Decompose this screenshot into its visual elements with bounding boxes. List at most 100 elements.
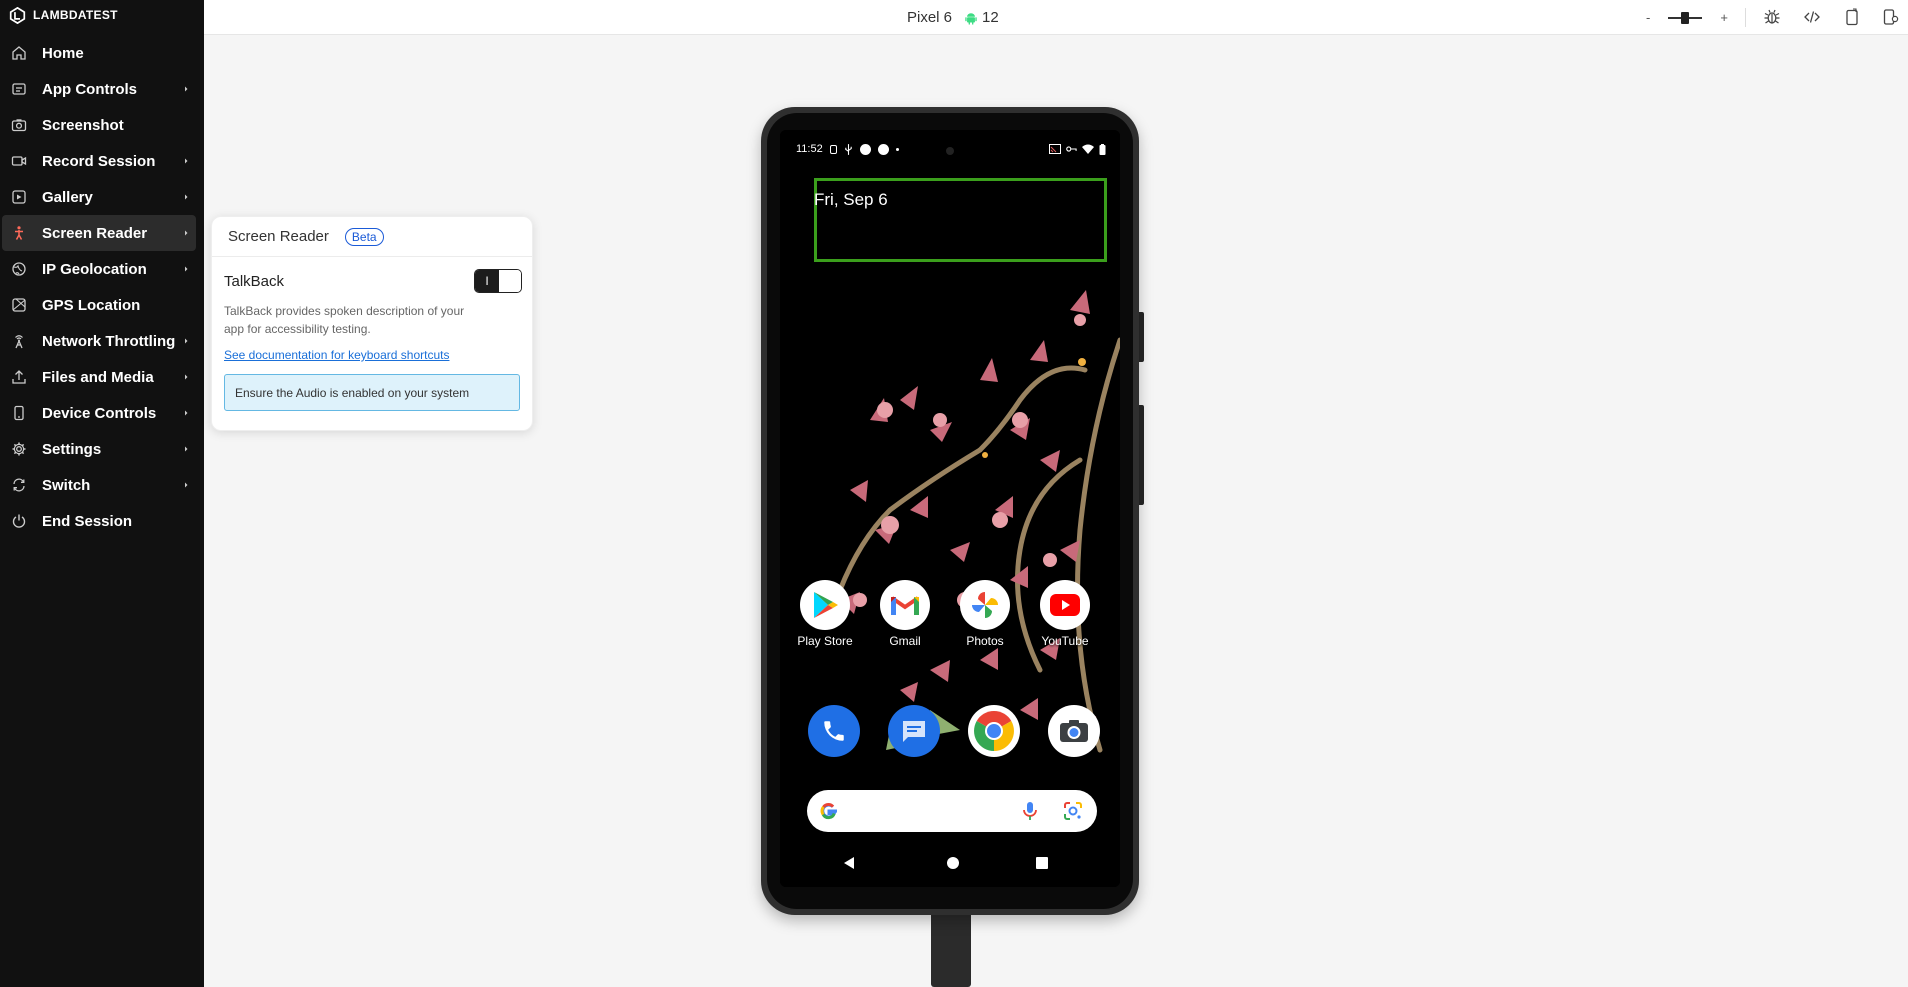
map-icon bbox=[10, 296, 28, 314]
cast-icon bbox=[1049, 144, 1061, 154]
app-label: Photos bbox=[966, 634, 1004, 648]
app-controls-icon bbox=[10, 80, 28, 98]
sidebar-item-screen-reader[interactable]: Screen Reader bbox=[2, 215, 196, 251]
status-bar-left: 11:52 bbox=[796, 143, 899, 155]
sidebar-item-switch[interactable]: Switch bbox=[2, 467, 196, 503]
youtube-app[interactable]: YouTube bbox=[1030, 580, 1100, 648]
sidebar-item-label: Device Controls bbox=[42, 404, 157, 422]
chevron-right-icon bbox=[185, 194, 188, 200]
phone-icon bbox=[10, 404, 28, 422]
play-notification-icon bbox=[859, 143, 871, 155]
date-widget: Fri, Sep 6 bbox=[814, 190, 888, 209]
youtube-icon bbox=[1040, 580, 1090, 630]
more-notifications-icon bbox=[895, 147, 899, 151]
screen-reader-panel: Screen Reader Beta TalkBack I TalkBack p… bbox=[211, 216, 533, 431]
sidebar-item-gps-location[interactable]: GPS Location bbox=[2, 287, 196, 323]
app-label: Gmail bbox=[889, 634, 921, 648]
switch-icon bbox=[10, 476, 28, 494]
camera-app[interactable] bbox=[1048, 705, 1100, 757]
chrome-app[interactable] bbox=[968, 705, 1020, 757]
android-navigation-bar bbox=[844, 857, 1048, 869]
toggle-mark: I bbox=[475, 270, 499, 292]
sidebar-item-settings[interactable]: Settings bbox=[2, 431, 196, 467]
phone-call-icon bbox=[824, 721, 844, 741]
home-icon bbox=[10, 44, 28, 62]
usb-icon bbox=[844, 143, 852, 155]
accessibility-icon bbox=[10, 224, 28, 242]
phone-app[interactable] bbox=[808, 705, 860, 757]
toggle-off-segment bbox=[499, 270, 521, 292]
status-bar-right bbox=[1049, 143, 1106, 155]
sidebar-item-label: App Controls bbox=[42, 80, 137, 98]
app-label: Play Store bbox=[797, 634, 853, 648]
home-button-icon[interactable] bbox=[947, 857, 959, 869]
photos-app[interactable]: Photos bbox=[950, 580, 1020, 648]
device-screen[interactable]: 11:52 Fri, Sep 6 Play Store Gmail Photos… bbox=[780, 130, 1120, 887]
gmail-app[interactable]: Gmail bbox=[870, 580, 940, 648]
sidebar-item-end-session[interactable]: End Session bbox=[2, 503, 196, 539]
os-info: 12 bbox=[964, 9, 999, 26]
sidebar-item-label: IP Geolocation bbox=[42, 260, 147, 278]
back-icon[interactable] bbox=[844, 857, 854, 869]
video-icon bbox=[10, 152, 28, 170]
status-time: 11:52 bbox=[796, 143, 823, 155]
camera-icon bbox=[10, 116, 28, 134]
toolbar-divider bbox=[1745, 8, 1746, 27]
vpn-key-icon bbox=[1066, 146, 1077, 152]
device-rotate-button[interactable] bbox=[1841, 6, 1863, 28]
zoom-slider[interactable] bbox=[1668, 11, 1703, 24]
phone-sync-icon bbox=[1846, 8, 1858, 26]
zoom-in-button[interactable]: + bbox=[1720, 10, 1728, 25]
power-icon bbox=[10, 512, 28, 530]
play-store-icon bbox=[800, 580, 850, 630]
play-store-app[interactable]: Play Store bbox=[790, 580, 860, 648]
chevron-right-icon bbox=[185, 338, 188, 344]
sidebar-item-screenshot[interactable]: Screenshot bbox=[2, 107, 196, 143]
google-lens-icon[interactable] bbox=[1063, 801, 1083, 821]
topbar: Pixel 6 12 - + bbox=[204, 0, 1908, 35]
recents-icon[interactable] bbox=[1036, 857, 1048, 869]
bug-icon bbox=[1764, 9, 1780, 24]
talkback-toggle[interactable]: I bbox=[474, 269, 522, 293]
sidebar-item-app-controls[interactable]: App Controls bbox=[2, 71, 196, 107]
sidebar-item-gallery[interactable]: Gallery bbox=[2, 179, 196, 215]
sidebar-item-record-session[interactable]: Record Session bbox=[2, 143, 196, 179]
sidebar-item-ip-geolocation[interactable]: IP Geolocation bbox=[2, 251, 196, 287]
device-settings-button[interactable] bbox=[1880, 6, 1902, 28]
sidebar-item-home[interactable]: Home bbox=[2, 35, 196, 71]
sidebar-item-label: Network Throttling bbox=[42, 332, 176, 350]
chevron-right-icon bbox=[185, 158, 188, 164]
bug-report-button[interactable] bbox=[1761, 6, 1783, 28]
power-side-button bbox=[1139, 312, 1144, 362]
sidebar-item-label: Files and Media bbox=[42, 368, 154, 386]
wifi-icon bbox=[1082, 144, 1094, 154]
chevron-right-icon bbox=[185, 482, 188, 488]
front-camera bbox=[946, 147, 954, 155]
chevron-right-icon bbox=[185, 266, 188, 272]
keyboard-shortcuts-link[interactable]: See documentation for keyboard shortcuts bbox=[224, 348, 449, 362]
inspector-button[interactable] bbox=[1801, 6, 1823, 28]
sidebar-item-label: Home bbox=[42, 44, 84, 62]
upload-icon bbox=[10, 368, 28, 386]
sidebar-item-label: End Session bbox=[42, 512, 133, 530]
gear-icon bbox=[10, 440, 28, 458]
sidebar-item-label: Screenshot bbox=[42, 116, 124, 134]
sidebar-item-network-throttling[interactable]: Network Throttling bbox=[2, 323, 196, 359]
lambdatest-logo-icon bbox=[9, 6, 26, 24]
microphone-icon[interactable] bbox=[1023, 801, 1037, 821]
chevron-right-icon bbox=[185, 86, 188, 92]
sidebar-item-files-and-media[interactable]: Files and Media bbox=[2, 359, 196, 395]
app-label: YouTube bbox=[1041, 634, 1089, 648]
brand[interactable]: LAMBDATEST bbox=[0, 0, 204, 30]
chrome-icon bbox=[974, 711, 1014, 751]
zoom-out-button[interactable]: - bbox=[1646, 10, 1650, 25]
notification-icon bbox=[829, 144, 837, 154]
message-icon bbox=[903, 721, 925, 742]
sidebar-item-device-controls[interactable]: Device Controls bbox=[2, 395, 196, 431]
android-icon bbox=[965, 12, 977, 25]
zoom-slider-handle[interactable] bbox=[1681, 11, 1690, 24]
sidebar-item-label: Gallery bbox=[42, 188, 93, 206]
chevron-right-icon bbox=[185, 410, 188, 416]
google-search-bar[interactable] bbox=[807, 790, 1097, 832]
messages-app[interactable] bbox=[888, 705, 940, 757]
